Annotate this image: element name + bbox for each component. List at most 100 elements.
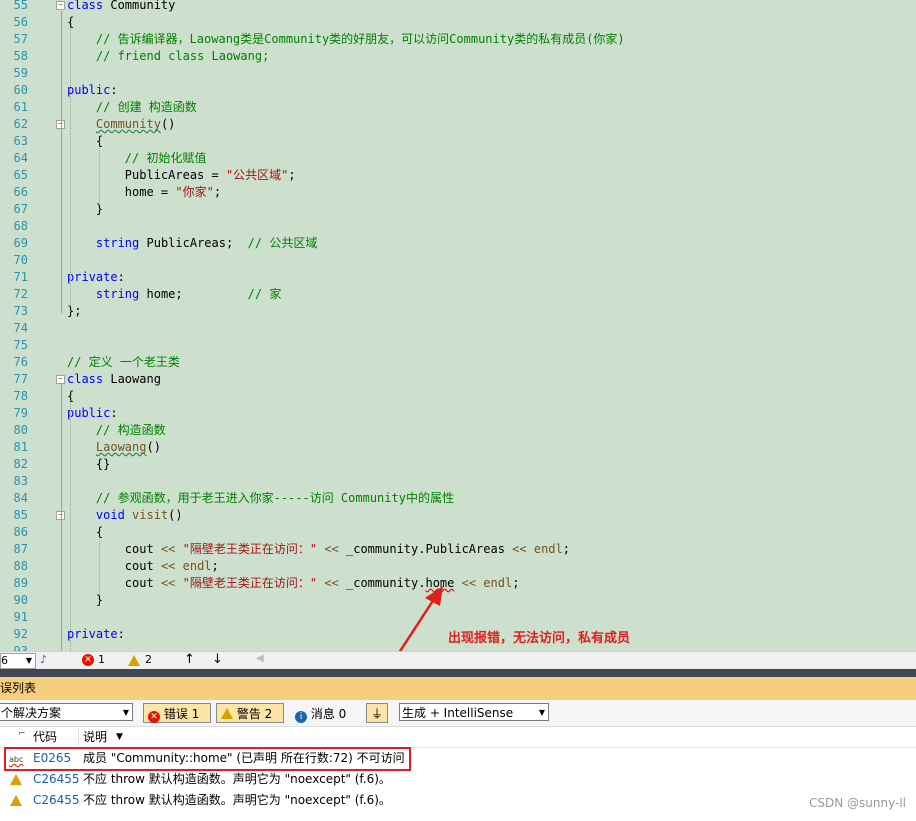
code-text: // 参观函数，用于老王进入你家-----访问 Community中的属性	[95, 491, 454, 505]
code-text: private:	[67, 270, 125, 284]
code-text: };	[67, 304, 82, 318]
code-line[interactable]: 89 cout << "隔壁老王类正在访问：" << _community.ho…	[0, 575, 916, 592]
scroll-left-icon[interactable]: ◀	[256, 653, 264, 664]
code-line[interactable]: 57 // 告诉编译器，Laowang类是Community类的好朋友，可以访问…	[0, 31, 916, 48]
warning-count-icon[interactable]	[128, 655, 140, 666]
code-editor[interactable]: 55− class Community 56{57 // 告诉编译器，Laowang…	[0, 0, 916, 651]
code-line[interactable]: 62− Community()	[0, 116, 916, 133]
line-number: 71	[13, 270, 28, 284]
ai-icon[interactable]: ♪	[40, 653, 47, 666]
warning-row[interactable]: C26455 不应 throw 默认构造函数。声明它为 "noexcept" (…	[0, 769, 916, 790]
code-line[interactable]: 63 {	[0, 133, 916, 150]
error-list-title: 误列表	[0, 677, 916, 700]
line-number: 92	[13, 627, 28, 641]
filter-button[interactable]: ⏚	[366, 703, 388, 723]
zoom-value: 6	[1, 654, 8, 667]
code-line[interactable]: 72 string home; // 家	[0, 286, 916, 303]
line-number: 90	[13, 593, 28, 607]
warnings-filter-button[interactable]: 警告 2	[216, 703, 284, 723]
warning-count: 2	[145, 653, 152, 666]
code-line[interactable]: 61 // 创建 构造函数	[0, 99, 916, 116]
line-number: 87	[13, 542, 28, 556]
code-line[interactable]: 88 cout << endl;	[0, 558, 916, 575]
panel-splitter[interactable]	[0, 669, 916, 677]
line-number: 62	[13, 117, 28, 131]
error-list-header: ⌐ 代码 说明 ▼	[0, 727, 916, 748]
code-line[interactable]: 55 − class Community	[0, 0, 916, 14]
code-line[interactable]: 59	[0, 65, 916, 82]
chevron-down-icon: ▼	[538, 708, 545, 717]
code-line[interactable]: 87 cout << "隔壁老王类正在访问：" << _community.Pu…	[0, 541, 916, 558]
line-number: 88	[13, 559, 28, 573]
code-line[interactable]: 69 string PublicAreas; // 公共区域	[0, 235, 916, 252]
annotation-text: 出现报错，无法访问，私有成员	[448, 631, 631, 646]
line-number: 83	[13, 474, 28, 488]
column-divider[interactable]	[78, 729, 79, 745]
editor-status-bar: 6 ▼ ♪ ✕ 1 2 ↑ ↓ ◀	[0, 651, 916, 670]
line-number: 85	[13, 508, 28, 522]
code-text: cout << "隔壁老王类正在访问：" << _community.home …	[124, 576, 520, 590]
warning-row[interactable]: C26455 不应 throw 默认构造函数。声明它为 "noexcept" (…	[0, 790, 916, 811]
line-number: 69	[13, 236, 28, 250]
warning-description: 不应 throw 默认构造函数。声明它为 "noexcept" (f.6)。	[83, 793, 391, 807]
code-line[interactable]: 90 }	[0, 592, 916, 609]
code-line[interactable]: 91	[0, 609, 916, 626]
code-line[interactable]: 60 public:	[0, 82, 916, 99]
sort-icon[interactable]: ⌐	[18, 724, 26, 744]
arrow-up-icon[interactable]: ↑	[184, 652, 195, 667]
code-text: PublicAreas = "公共区域";	[67, 168, 296, 182]
code-text: void visit()	[95, 508, 183, 522]
warning-row-icon	[10, 795, 22, 806]
code-line[interactable]: 83	[0, 473, 916, 490]
code-line[interactable]: 77 − class Laowang	[0, 371, 916, 388]
warning-code[interactable]: C26455	[33, 790, 80, 811]
collapse-icon[interactable]: −	[56, 1, 65, 10]
code-line[interactable]: 78{	[0, 388, 916, 405]
code-line[interactable]: 76 // 定义 一个老王类	[0, 354, 916, 371]
line-number: 86	[13, 525, 28, 539]
warning-code[interactable]: C26455	[33, 769, 80, 790]
messages-filter-button[interactable]: i 消息 0	[290, 703, 354, 723]
line-number: 60	[13, 83, 28, 97]
code-line[interactable]: 86 {	[0, 524, 916, 541]
line-number: 57	[13, 32, 28, 46]
code-line[interactable]: 82 {}	[0, 456, 916, 473]
collapse-icon[interactable]: −	[56, 375, 65, 384]
code-text: }	[67, 202, 104, 216]
errors-filter-button[interactable]: ✕ 错误 1	[143, 703, 211, 723]
column-description[interactable]: 说明	[83, 727, 107, 747]
error-count: 1	[98, 653, 105, 666]
code-line[interactable]: 85− void visit()	[0, 507, 916, 524]
code-line[interactable]: 75	[0, 337, 916, 354]
code-line[interactable]: 80 // 构造函数	[0, 422, 916, 439]
line-number: 84	[13, 491, 28, 505]
line-number: 89	[13, 576, 28, 590]
line-number: 70	[13, 253, 28, 267]
code-line[interactable]: 73};	[0, 303, 916, 320]
code-line[interactable]: 66 home = "你家";	[0, 184, 916, 201]
code-line[interactable]: 71 private:	[0, 269, 916, 286]
outline-bar	[61, 384, 62, 651]
code-line[interactable]: 68	[0, 218, 916, 235]
line-number: 82	[13, 457, 28, 471]
code-text: string PublicAreas; // 公共区域	[95, 236, 318, 250]
code-line[interactable]: 58 // friend class Laowang;	[0, 48, 916, 65]
code-line[interactable]: 56{	[0, 14, 916, 31]
error-count-icon[interactable]: ✕	[82, 654, 94, 666]
zoom-combo[interactable]: 6 ▼	[0, 653, 36, 669]
code-line[interactable]: 65 PublicAreas = "公共区域";	[0, 167, 916, 184]
code-text: public:	[67, 83, 118, 97]
source-combo[interactable]: 生成 + IntelliSense ▼	[399, 703, 549, 721]
line-number: 68	[13, 219, 28, 233]
scope-combo[interactable]: 个解决方案 ▼	[0, 703, 133, 721]
column-code[interactable]: 代码	[33, 727, 57, 747]
code-line[interactable]: 67 }	[0, 201, 916, 218]
chevron-down-icon[interactable]: ▼	[116, 727, 123, 747]
code-line[interactable]: 79 public:	[0, 405, 916, 422]
code-line[interactable]: 81 Laowang()	[0, 439, 916, 456]
code-line[interactable]: 84 // 参观函数，用于老王进入你家-----访问 Community中的属性	[0, 490, 916, 507]
code-line[interactable]: 74	[0, 320, 916, 337]
code-line[interactable]: 70	[0, 252, 916, 269]
arrow-down-icon[interactable]: ↓	[212, 652, 223, 667]
code-line[interactable]: 64 // 初始化赋值	[0, 150, 916, 167]
